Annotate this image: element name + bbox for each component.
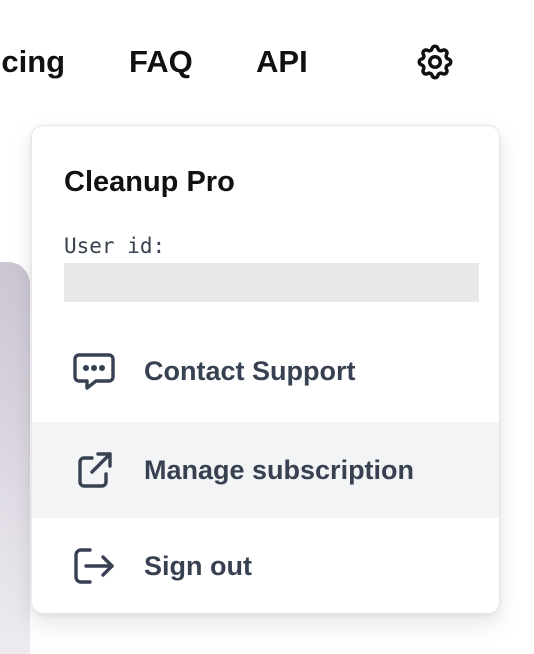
user-id-label: User id:: [64, 234, 166, 258]
contact-support-label: Contact Support: [144, 356, 356, 386]
external-link-icon: [72, 450, 116, 490]
nav-link-pricing[interactable]: Pricing: [0, 40, 65, 84]
chat-bubble-icon: [72, 351, 116, 391]
plan-title: Cleanup Pro: [64, 166, 235, 198]
settings-button[interactable]: [413, 40, 457, 84]
nav-link-faq[interactable]: FAQ: [129, 40, 193, 84]
nav-link-api[interactable]: API: [256, 40, 308, 84]
sign-out-label: Sign out: [144, 551, 252, 581]
background-image: [0, 262, 30, 654]
contact-support-item[interactable]: Contact Support: [32, 323, 499, 419]
manage-subscription-item[interactable]: Manage subscription: [32, 422, 499, 518]
gear-icon: [417, 44, 453, 80]
user-id-value: [64, 263, 479, 302]
account-dropdown: Cleanup Pro User id: Contact Support Man…: [31, 125, 500, 614]
sign-out-item[interactable]: Sign out: [32, 518, 499, 613]
manage-subscription-label: Manage subscription: [144, 455, 415, 485]
page: Pricing FAQ API Cleanup Pro User id: Con…: [0, 0, 534, 654]
sign-out-icon: [72, 546, 116, 586]
